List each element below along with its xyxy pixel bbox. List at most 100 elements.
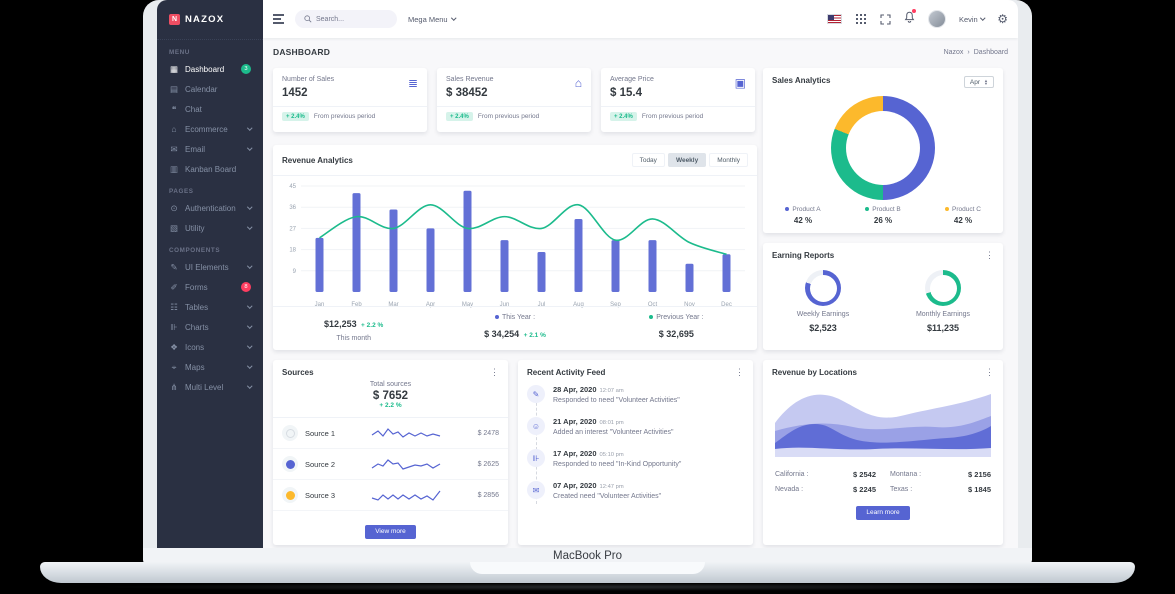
legend-dot xyxy=(785,207,789,211)
sidebar-item-email[interactable]: ✉Email xyxy=(157,139,263,159)
stat-card-average-price: Average Price$ 15.4▣+ 2.4%From previous … xyxy=(601,68,755,132)
source-logo-icon xyxy=(282,425,298,441)
source-row[interactable]: Source 2$ 2625 xyxy=(273,449,508,480)
chevron-down-icon xyxy=(247,205,252,210)
menu-icon[interactable] xyxy=(273,14,284,24)
view-more-button[interactable]: View more xyxy=(365,525,416,539)
location-value: $ 2156 xyxy=(968,470,991,479)
feed-item: ☺21 Apr, 202008:01 pmAdded an interest "… xyxy=(527,417,744,436)
user-menu[interactable]: Kevin xyxy=(959,15,984,24)
mega-menu-button[interactable]: Mega Menu xyxy=(408,15,455,24)
learn-more-button[interactable]: Learn more xyxy=(856,506,909,520)
sidebar-item-label: UI Elements xyxy=(185,263,242,272)
avatar[interactable] xyxy=(928,10,946,28)
calendar-icon: ▤ xyxy=(169,84,179,95)
kebab-menu-icon[interactable]: ⋮ xyxy=(985,368,994,377)
this-year-stat: This Year : $ 34,254 + 2.1 % xyxy=(434,314,595,342)
breadcrumb: Nazox › Dashboard xyxy=(944,49,1008,56)
sidebar-item-chat[interactable]: ❝Chat xyxy=(157,99,263,119)
sidebar-item-multi-level[interactable]: ⋔Multi Level xyxy=(157,377,263,397)
stat-title: Average Price xyxy=(610,76,654,83)
sidebar-item-tables[interactable]: ☷Tables xyxy=(157,297,263,317)
tab-weekly[interactable]: Weekly xyxy=(668,153,706,167)
sources-title: Sources xyxy=(282,368,314,377)
tab-monthly[interactable]: Monthly xyxy=(709,153,748,167)
sidebar-item-authentication[interactable]: ⊙Authentication xyxy=(157,198,263,218)
edit-icon: ✎ xyxy=(527,385,545,403)
search-input[interactable]: Search... xyxy=(295,10,397,28)
legend-item: Product B26 % xyxy=(843,206,923,225)
logo-icon: N xyxy=(169,14,180,25)
legend-dot xyxy=(649,315,653,319)
kebab-menu-icon[interactable]: ⋮ xyxy=(985,251,994,260)
nav-section-title: COMPONENTS xyxy=(157,238,263,257)
sidebar-item-dashboard[interactable]: ▦ Dashboard 3 xyxy=(157,59,263,79)
kebab-menu-icon[interactable]: ⋮ xyxy=(490,368,499,377)
sales-donut-chart xyxy=(831,96,935,200)
sidebar-item-label: Tables xyxy=(185,303,242,312)
previous-year-stat: Previous Year : $ 32,695 xyxy=(596,314,757,342)
earning-reports-title: Earning Reports xyxy=(772,251,834,260)
chevron-down-icon xyxy=(247,304,252,309)
source-logo-icon xyxy=(282,456,298,472)
chevron-down-icon xyxy=(980,16,985,21)
location-stat: Texas :$ 1845 xyxy=(890,485,991,494)
feed-body: 28 Apr, 202012:07 amResponded to need "V… xyxy=(553,385,680,404)
legend-dot xyxy=(865,207,869,211)
us-flag-icon[interactable] xyxy=(827,14,842,24)
settings-gear-icon[interactable]: ⚙ xyxy=(997,12,1008,26)
sidebar-item-label: Kanban Board xyxy=(185,165,251,174)
sales-analytics-card: Sales Analytics Apr ▲▼ Product A42 %Prod… xyxy=(763,68,1003,233)
sidebar-item-calendar[interactable]: ▤Calendar xyxy=(157,79,263,99)
app-logo[interactable]: N NAZOX xyxy=(157,0,263,40)
feed-item: ✉07 Apr, 202012:47 pmCreated need "Volun… xyxy=(527,481,744,500)
sidebar-item-icons[interactable]: ❖Icons xyxy=(157,337,263,357)
feed-item: ✎ 28 Apr, 202012:07 amResponded to need "… xyxy=(527,385,744,404)
source-sparkline xyxy=(347,456,465,472)
source-row[interactable]: Source 3$ 2856 xyxy=(273,480,508,511)
source-row[interactable]: Source 1$ 2478 xyxy=(273,418,508,449)
revenue-tabs: TodayWeeklyMonthly xyxy=(632,153,748,167)
dashboard-icon: ▦ xyxy=(169,64,179,75)
sidebar-item-ui-elements[interactable]: ✎UI Elements xyxy=(157,257,263,277)
breadcrumb-root[interactable]: Nazox xyxy=(944,49,964,56)
sidebar-item-ecommerce[interactable]: ⌂Ecommerce xyxy=(157,119,263,139)
tab-today[interactable]: Today xyxy=(632,153,665,167)
source-sparkline xyxy=(347,487,465,503)
page-content: DASHBOARD Nazox › Dashboard Number of Sa… xyxy=(263,38,1018,548)
location-value: $ 2542 xyxy=(853,470,876,479)
revenue-chart: 918273645JanFebMarAprMayJunJulAugSepOctN… xyxy=(273,176,757,315)
legend-label: Product A xyxy=(763,206,843,213)
bar-chart-icon: ⊪ xyxy=(527,449,545,467)
sidebar-item-kanban-board[interactable]: ▥Kanban Board xyxy=(157,159,263,179)
kebab-menu-icon[interactable]: ⋮ xyxy=(735,368,744,377)
sources-rows: Source 1$ 2478Source 2$ 2625Source 3$ 28… xyxy=(273,418,508,511)
feed-item: ⊪17 Apr, 202005:10 pmResponded to need "… xyxy=(527,449,744,468)
earning-value: $11,235 xyxy=(927,323,959,333)
notification-dot xyxy=(912,9,916,13)
sidebar-item-maps[interactable]: ⌖Maps xyxy=(157,357,263,377)
sidebar-item-utility[interactable]: ▧Utility xyxy=(157,218,263,238)
briefcase-icon: ▣ xyxy=(735,76,746,99)
sidebar-item-label: Chat xyxy=(185,105,251,114)
fullscreen-icon[interactable] xyxy=(880,14,891,25)
sidebar-item-forms[interactable]: ✐Forms8 xyxy=(157,277,263,297)
nav-badge: 3 xyxy=(241,64,251,74)
this-month-stat: $12,253 + 2.2 % This month xyxy=(273,314,434,342)
eraser-icon: ✐ xyxy=(169,282,179,293)
store-icon: ⌂ xyxy=(169,124,179,134)
brush-icon: ❖ xyxy=(169,342,179,353)
month-select[interactable]: Apr ▲▼ xyxy=(964,76,994,88)
notification-bell-icon[interactable] xyxy=(904,10,915,28)
apps-grid-icon[interactable] xyxy=(855,13,867,25)
activity-feed-title: Recent Activity Feed xyxy=(527,368,605,377)
page-title: DASHBOARD xyxy=(273,47,330,57)
user-icon: ☺ xyxy=(527,417,545,435)
device-label: MacBook Pro xyxy=(553,550,622,562)
feed-time: 12:07 am xyxy=(600,388,624,394)
legend-label: Product B xyxy=(843,206,923,213)
stat-title: Number of Sales xyxy=(282,76,334,83)
sidebar-item-charts[interactable]: ⊪Charts xyxy=(157,317,263,337)
sidebar-item-label: Dashboard xyxy=(185,65,235,74)
mail-icon: ✉ xyxy=(527,481,545,499)
